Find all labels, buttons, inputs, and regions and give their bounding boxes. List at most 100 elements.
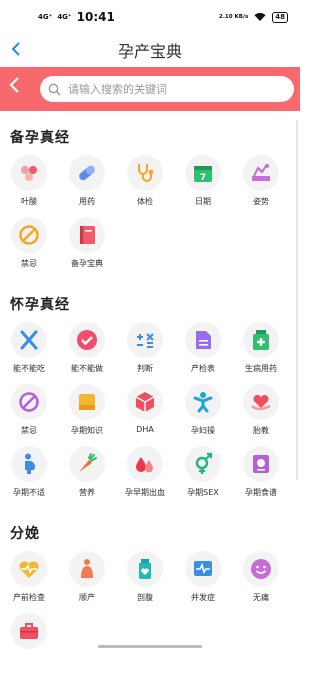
grid-item-label: 用药 xyxy=(79,197,95,206)
grid-item-label: 顺产 xyxy=(79,593,95,602)
content: 备孕真经 叶酸 用药 体检 7 日期 姿势 禁忌 备孕宝典 怀孕真经 能不能吃 能… xyxy=(0,112,300,675)
grid-item-checkup-table[interactable]: 产检表 xyxy=(174,322,232,384)
birth-icon xyxy=(81,559,93,578)
grid-item-posture[interactable]: 姿势 xyxy=(232,155,290,217)
grid-item-label: 生病用药 xyxy=(245,364,277,373)
grid-item-date[interactable]: 7 日期 xyxy=(174,155,232,217)
grid-item-label: DHA xyxy=(136,425,154,434)
chevron-left-icon xyxy=(11,42,20,56)
calendar-icon: 7 xyxy=(194,166,212,183)
section-title: 备孕真经 xyxy=(10,130,70,146)
grid-item-sex[interactable]: 孕期SEX xyxy=(174,446,232,508)
heart-hand-icon xyxy=(251,394,271,411)
grid-item-label: 营养 xyxy=(79,488,95,497)
carrot-icon xyxy=(79,453,97,472)
grid-item-natural-birth[interactable]: 顺产 xyxy=(58,551,116,613)
grid-item-cesarean[interactable]: 剖腹 xyxy=(116,551,174,613)
home-indicator xyxy=(98,645,202,648)
check-icon xyxy=(77,330,97,350)
grid-item-label: 孕妇操 xyxy=(191,426,215,435)
book-icon xyxy=(80,226,95,244)
wifi-icon xyxy=(254,13,266,21)
grid-item-taboo[interactable]: 禁忌 xyxy=(0,384,58,446)
grid-item-recipe[interactable]: 孕期食谱 xyxy=(232,446,290,508)
grid-item-label: 胎教 xyxy=(253,426,269,435)
section-title: 分娩 xyxy=(10,526,40,542)
grid-item-complications[interactable]: 并发症 xyxy=(174,551,232,613)
cube-icon xyxy=(135,392,155,412)
smile-icon xyxy=(251,559,271,579)
grid-item-can-do[interactable]: 能不能做 xyxy=(58,322,116,384)
search-back-button[interactable] xyxy=(8,75,28,102)
grid-item-label: 无痛 xyxy=(253,593,269,602)
blood-drops-icon xyxy=(136,457,153,473)
grid-item-can-eat[interactable]: 能不能吃 xyxy=(0,322,58,384)
grid-item-judge[interactable]: 判断 xyxy=(116,322,174,384)
grid-item-label: 产检表 xyxy=(191,364,215,373)
grid-item-label: 姿势 xyxy=(253,197,269,206)
grid-item-checkup[interactable]: 体检 xyxy=(116,155,174,217)
grid-item-knowledge[interactable]: 孕期知识 xyxy=(58,384,116,446)
search-icon xyxy=(48,83,61,95)
grid-item-label: 孕期食谱 xyxy=(245,488,277,497)
grid-item-prenatal-education[interactable]: 胎教 xyxy=(232,384,290,446)
document-icon xyxy=(196,331,211,349)
grid-item-taboo[interactable]: 禁忌 xyxy=(0,217,58,279)
pill-icon xyxy=(79,165,95,181)
grid-item-guide-book[interactable]: 备孕宝典 xyxy=(58,217,116,279)
pregnant-icon xyxy=(25,453,35,474)
gender-icon xyxy=(195,452,213,474)
section-preconception: 备孕真经 叶酸 用药 体检 7 日期 姿势 禁忌 备孕宝典 xyxy=(0,127,300,279)
grid-item-label: 孕早期出血 xyxy=(125,488,165,497)
exercise-icon xyxy=(193,392,213,413)
chevron-left-icon xyxy=(9,77,19,93)
network-speed: 2.10 KB/s xyxy=(219,14,249,20)
grid-item-toolbox[interactable] xyxy=(0,613,58,675)
stethoscope-icon xyxy=(138,164,154,182)
grid-item-painless[interactable]: 无痛 xyxy=(232,551,290,613)
scrollbar[interactable] xyxy=(296,120,298,480)
search-bar xyxy=(0,67,300,111)
signal-indicator: 4G⁺ xyxy=(38,13,53,21)
grid-item-label: 日期 xyxy=(195,197,211,206)
grid-item-label: 孕期SEX xyxy=(187,488,219,497)
section-delivery: 分娩 产前检查 顺产 剖腹 并发症 无痛 xyxy=(0,523,300,675)
grid-item-label: 孕期知识 xyxy=(71,426,103,435)
battery-indicator: 48 xyxy=(272,11,288,23)
grid-item-bleeding[interactable]: 孕早期出血 xyxy=(116,446,174,508)
grid-item-label: 禁忌 xyxy=(21,426,37,435)
forbidden-icon xyxy=(19,225,39,245)
knowledge-icon xyxy=(79,394,95,410)
grid-item-dha[interactable]: DHA xyxy=(116,384,174,446)
title-bar: 孕产宝典 xyxy=(0,34,300,66)
page-title: 孕产宝典 xyxy=(117,42,182,61)
grid-item-prenatal-check[interactable]: 产前检查 xyxy=(0,551,58,613)
icon-grid: 叶酸 用药 体检 7 日期 姿势 禁忌 备孕宝典 xyxy=(0,155,300,279)
grid-item-sick-medicine[interactable]: 生病用药 xyxy=(232,322,290,384)
folic-acid-icon xyxy=(21,166,37,181)
medicine-bottle-icon xyxy=(253,330,269,350)
grid-item-discomfort[interactable]: 孕期不适 xyxy=(0,446,58,508)
grid-item-label: 判断 xyxy=(137,364,153,373)
grid-item-medication[interactable]: 用药 xyxy=(58,155,116,217)
grid-item-folic-acid[interactable]: 叶酸 xyxy=(0,155,58,217)
heart-pulse-icon xyxy=(19,561,39,578)
forbidden-icon xyxy=(19,392,39,412)
recipe-icon xyxy=(253,455,269,473)
grid-item-nutrition[interactable]: 营养 xyxy=(58,446,116,508)
back-button[interactable] xyxy=(10,36,34,64)
posture-icon xyxy=(252,164,270,181)
search-box[interactable] xyxy=(40,76,294,102)
grid-item-label: 能不能吃 xyxy=(13,364,45,373)
fork-knife-icon xyxy=(20,330,38,350)
grid-item-label: 叶酸 xyxy=(21,197,37,206)
icon-grid: 能不能吃 能不能做 判断 产检表 生病用药 禁忌 孕期知识 DHA 孕妇操 胎教… xyxy=(0,322,300,508)
svg-text:7: 7 xyxy=(200,173,206,183)
grid-item-label: 禁忌 xyxy=(21,259,37,268)
grid-item-exercise[interactable]: 孕妇操 xyxy=(174,384,232,446)
judge-icon xyxy=(137,333,154,348)
grid-item-label: 产前检查 xyxy=(13,593,45,602)
grid-item-label: 并发症 xyxy=(191,593,215,602)
search-input[interactable] xyxy=(66,81,270,97)
monitor-pulse-icon xyxy=(194,561,212,576)
